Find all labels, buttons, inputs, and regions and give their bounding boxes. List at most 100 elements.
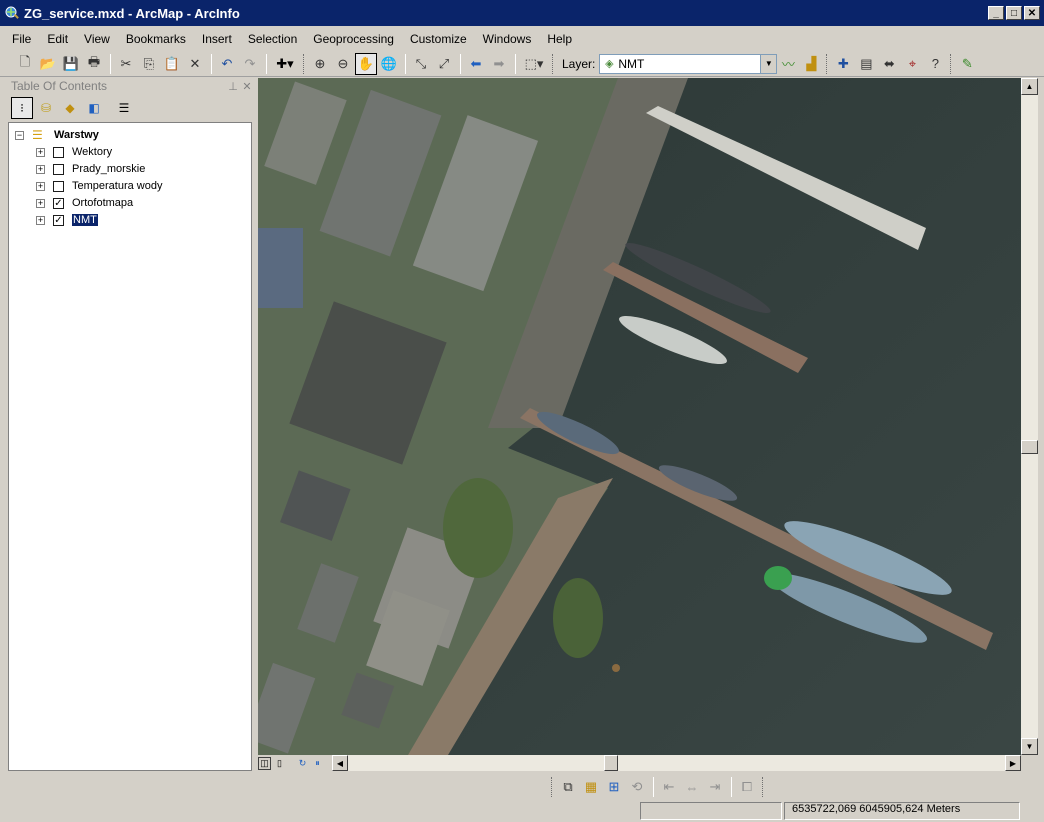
layer-dropdown-value: NMT (618, 56, 645, 71)
toc-tree: − ☰ Warstwy + Wektory + Prady_morskie + … (8, 122, 252, 771)
back-arrow-icon[interactable]: ⬅ (465, 53, 487, 75)
vertical-scroll-thumb[interactable] (1021, 440, 1038, 454)
save-icon[interactable]: 💾 (60, 53, 82, 75)
layer-label: Wektory (72, 146, 113, 158)
redo-icon[interactable]: ↷ (239, 53, 261, 75)
forward-arrow-icon[interactable]: ➡ (488, 53, 510, 75)
menu-bookmarks[interactable]: Bookmarks (126, 32, 186, 46)
layer-label: Temperatura wody (72, 180, 163, 192)
swipe-icon[interactable]: 〰 (777, 53, 799, 75)
horizontal-scroll-thumb[interactable] (604, 755, 618, 771)
map-vertical-scrollbar[interactable]: ▲ ▼ (1021, 78, 1038, 755)
delete-icon[interactable]: ✕ (184, 53, 206, 75)
expand-icon[interactable]: + (36, 198, 45, 208)
layer-dropdown[interactable]: ◈ NMT ▼ (599, 53, 778, 74)
chevron-down-icon[interactable]: ▼ (760, 54, 777, 73)
list-by-visibility-icon[interactable]: ◆ (59, 97, 81, 119)
map-display[interactable] (258, 78, 1021, 755)
zoom-out-icon[interactable]: ⊖ (332, 53, 354, 75)
layer-visibility-checkbox[interactable] (53, 146, 64, 158)
close-button[interactable]: ✕ (1024, 6, 1040, 20)
measure-icon[interactable]: ⬌ (878, 53, 900, 75)
pan-icon[interactable]: ✋ (355, 52, 377, 75)
collapse-icon[interactable]: − (15, 130, 24, 140)
open-folder-icon[interactable]: 📂 (37, 53, 59, 75)
editor-icon[interactable]: ✎ (956, 53, 978, 75)
minimize-button[interactable]: _ (988, 6, 1004, 20)
new-document-icon[interactable]: 🗋 (14, 53, 36, 75)
print-icon[interactable]: 🖶 (83, 53, 105, 75)
scroll-down-icon[interactable]: ▼ (1021, 738, 1038, 755)
layer-item[interactable]: + ✓ NMT (36, 212, 98, 228)
layer-item[interactable]: + Wektory (36, 144, 112, 160)
layer-item[interactable]: + Prady_morskie (36, 161, 145, 177)
list-by-source-icon[interactable]: ⛁ (35, 97, 57, 119)
layer-item[interactable]: + ✓ Ortofotmapa (36, 195, 133, 211)
list-by-selection-icon[interactable]: ◧ (83, 97, 105, 119)
fixed-zoom-out-icon[interactable]: ⤢ (433, 53, 455, 75)
expand-icon[interactable]: + (36, 215, 45, 225)
paste-icon[interactable]: 📋 (161, 53, 183, 75)
histogram-icon[interactable]: ▟ (800, 53, 822, 75)
cut-icon[interactable]: ✂ (115, 53, 137, 75)
map-bottom-bar: ◫ ▯ ↻ ⏸ ◀ ▶ (258, 755, 1021, 771)
layer-file-icon[interactable]: ▦ (580, 776, 602, 798)
expand-icon[interactable]: + (36, 181, 45, 191)
network-icon[interactable]: ⧠ (736, 776, 758, 798)
help-icon[interactable]: ? (924, 53, 946, 75)
menu-view[interactable]: View (84, 32, 110, 46)
align-left-icon[interactable]: ⇤ (658, 776, 680, 798)
copy-icon[interactable]: ⎘ (138, 53, 160, 75)
menu-file[interactable]: File (12, 32, 31, 46)
rotate-icon[interactable]: ⟲ (626, 776, 648, 798)
window-title: ZG_service.mxd - ArcMap - ArcInfo (24, 5, 240, 21)
layer-group[interactable]: − ☰ Warstwy (15, 127, 99, 143)
toc-title: Table Of Contents (11, 79, 108, 93)
layer-label: Prady_morskie (72, 163, 146, 175)
menu-edit[interactable]: Edit (47, 32, 68, 46)
pin-icon[interactable]: ⊥ (226, 80, 240, 93)
html-popup-icon[interactable]: ▤ (855, 53, 877, 75)
arcmap-icon (5, 6, 19, 19)
menu-insert[interactable]: Insert (202, 32, 232, 46)
identify-icon[interactable]: ✚ (832, 53, 854, 75)
menu-geoprocessing[interactable]: Geoprocessing (313, 32, 394, 46)
main-toolbar: 🗋 📂 💾 🖶 ✂ ⎘ 📋 ✕ ↶ ↷ ✚▾ ⊕ ⊖ ✋ 🌐 ⤡ ⤢ ⬅ ➡ ⬚… (0, 51, 1044, 77)
add-layer-icon[interactable]: ⊞ (603, 776, 625, 798)
close-icon[interactable]: ✕ (240, 80, 254, 93)
layout-view-icon[interactable]: ▯ (273, 757, 286, 770)
layer-item[interactable]: + Temperatura wody (36, 178, 163, 194)
menu-selection[interactable]: Selection (248, 32, 297, 46)
scroll-right-icon[interactable]: ▶ (1005, 755, 1021, 771)
layer-visibility-checkbox[interactable]: ✓ (53, 214, 64, 226)
menu-customize[interactable]: Customize (410, 32, 467, 46)
full-extent-icon[interactable]: 🌐 (378, 53, 400, 75)
add-data-icon[interactable]: ✚▾ (271, 53, 299, 75)
data-view-icon[interactable]: ◫ (258, 756, 271, 770)
zoom-in-icon[interactable]: ⊕ (309, 53, 331, 75)
align-center-icon[interactable]: ⇔ (681, 776, 703, 798)
maximize-button[interactable]: □ (1006, 6, 1022, 20)
find-route-icon[interactable]: ⌖ (901, 53, 923, 75)
undo-icon[interactable]: ↶ (216, 53, 238, 75)
orthophoto-map (258, 78, 1021, 755)
refresh-icon[interactable]: ↻ (296, 757, 309, 770)
menu-help[interactable]: Help (547, 32, 572, 46)
layer-visibility-checkbox[interactable] (53, 163, 64, 175)
expand-icon[interactable]: + (36, 164, 45, 174)
pause-drawing-icon[interactable]: ⏸ (311, 757, 324, 770)
scroll-left-icon[interactable]: ◀ (332, 755, 348, 771)
expand-icon[interactable]: + (36, 147, 45, 157)
align-right-icon[interactable]: ⇥ (704, 776, 726, 798)
layout-zoom-icon[interactable]: ⧉ (557, 776, 579, 798)
menu-windows[interactable]: Windows (483, 32, 532, 46)
bottom-toolbar: ⧉ ▦ ⊞ ⟲ ⇤ ⇔ ⇥ ⧠ (0, 774, 1044, 800)
list-by-drawing-order-icon[interactable]: ⁝ (11, 97, 33, 119)
fixed-zoom-in-icon[interactable]: ⤡ (410, 53, 432, 75)
layer-visibility-checkbox[interactable]: ✓ (53, 197, 64, 209)
layer-visibility-checkbox[interactable] (53, 180, 64, 192)
select-features-icon[interactable]: ⬚▾ (520, 53, 548, 75)
map-horizontal-scrollbar[interactable]: ◀ ▶ (332, 755, 1021, 771)
options-icon[interactable]: ☰ (113, 97, 135, 119)
scroll-up-icon[interactable]: ▲ (1021, 78, 1038, 95)
